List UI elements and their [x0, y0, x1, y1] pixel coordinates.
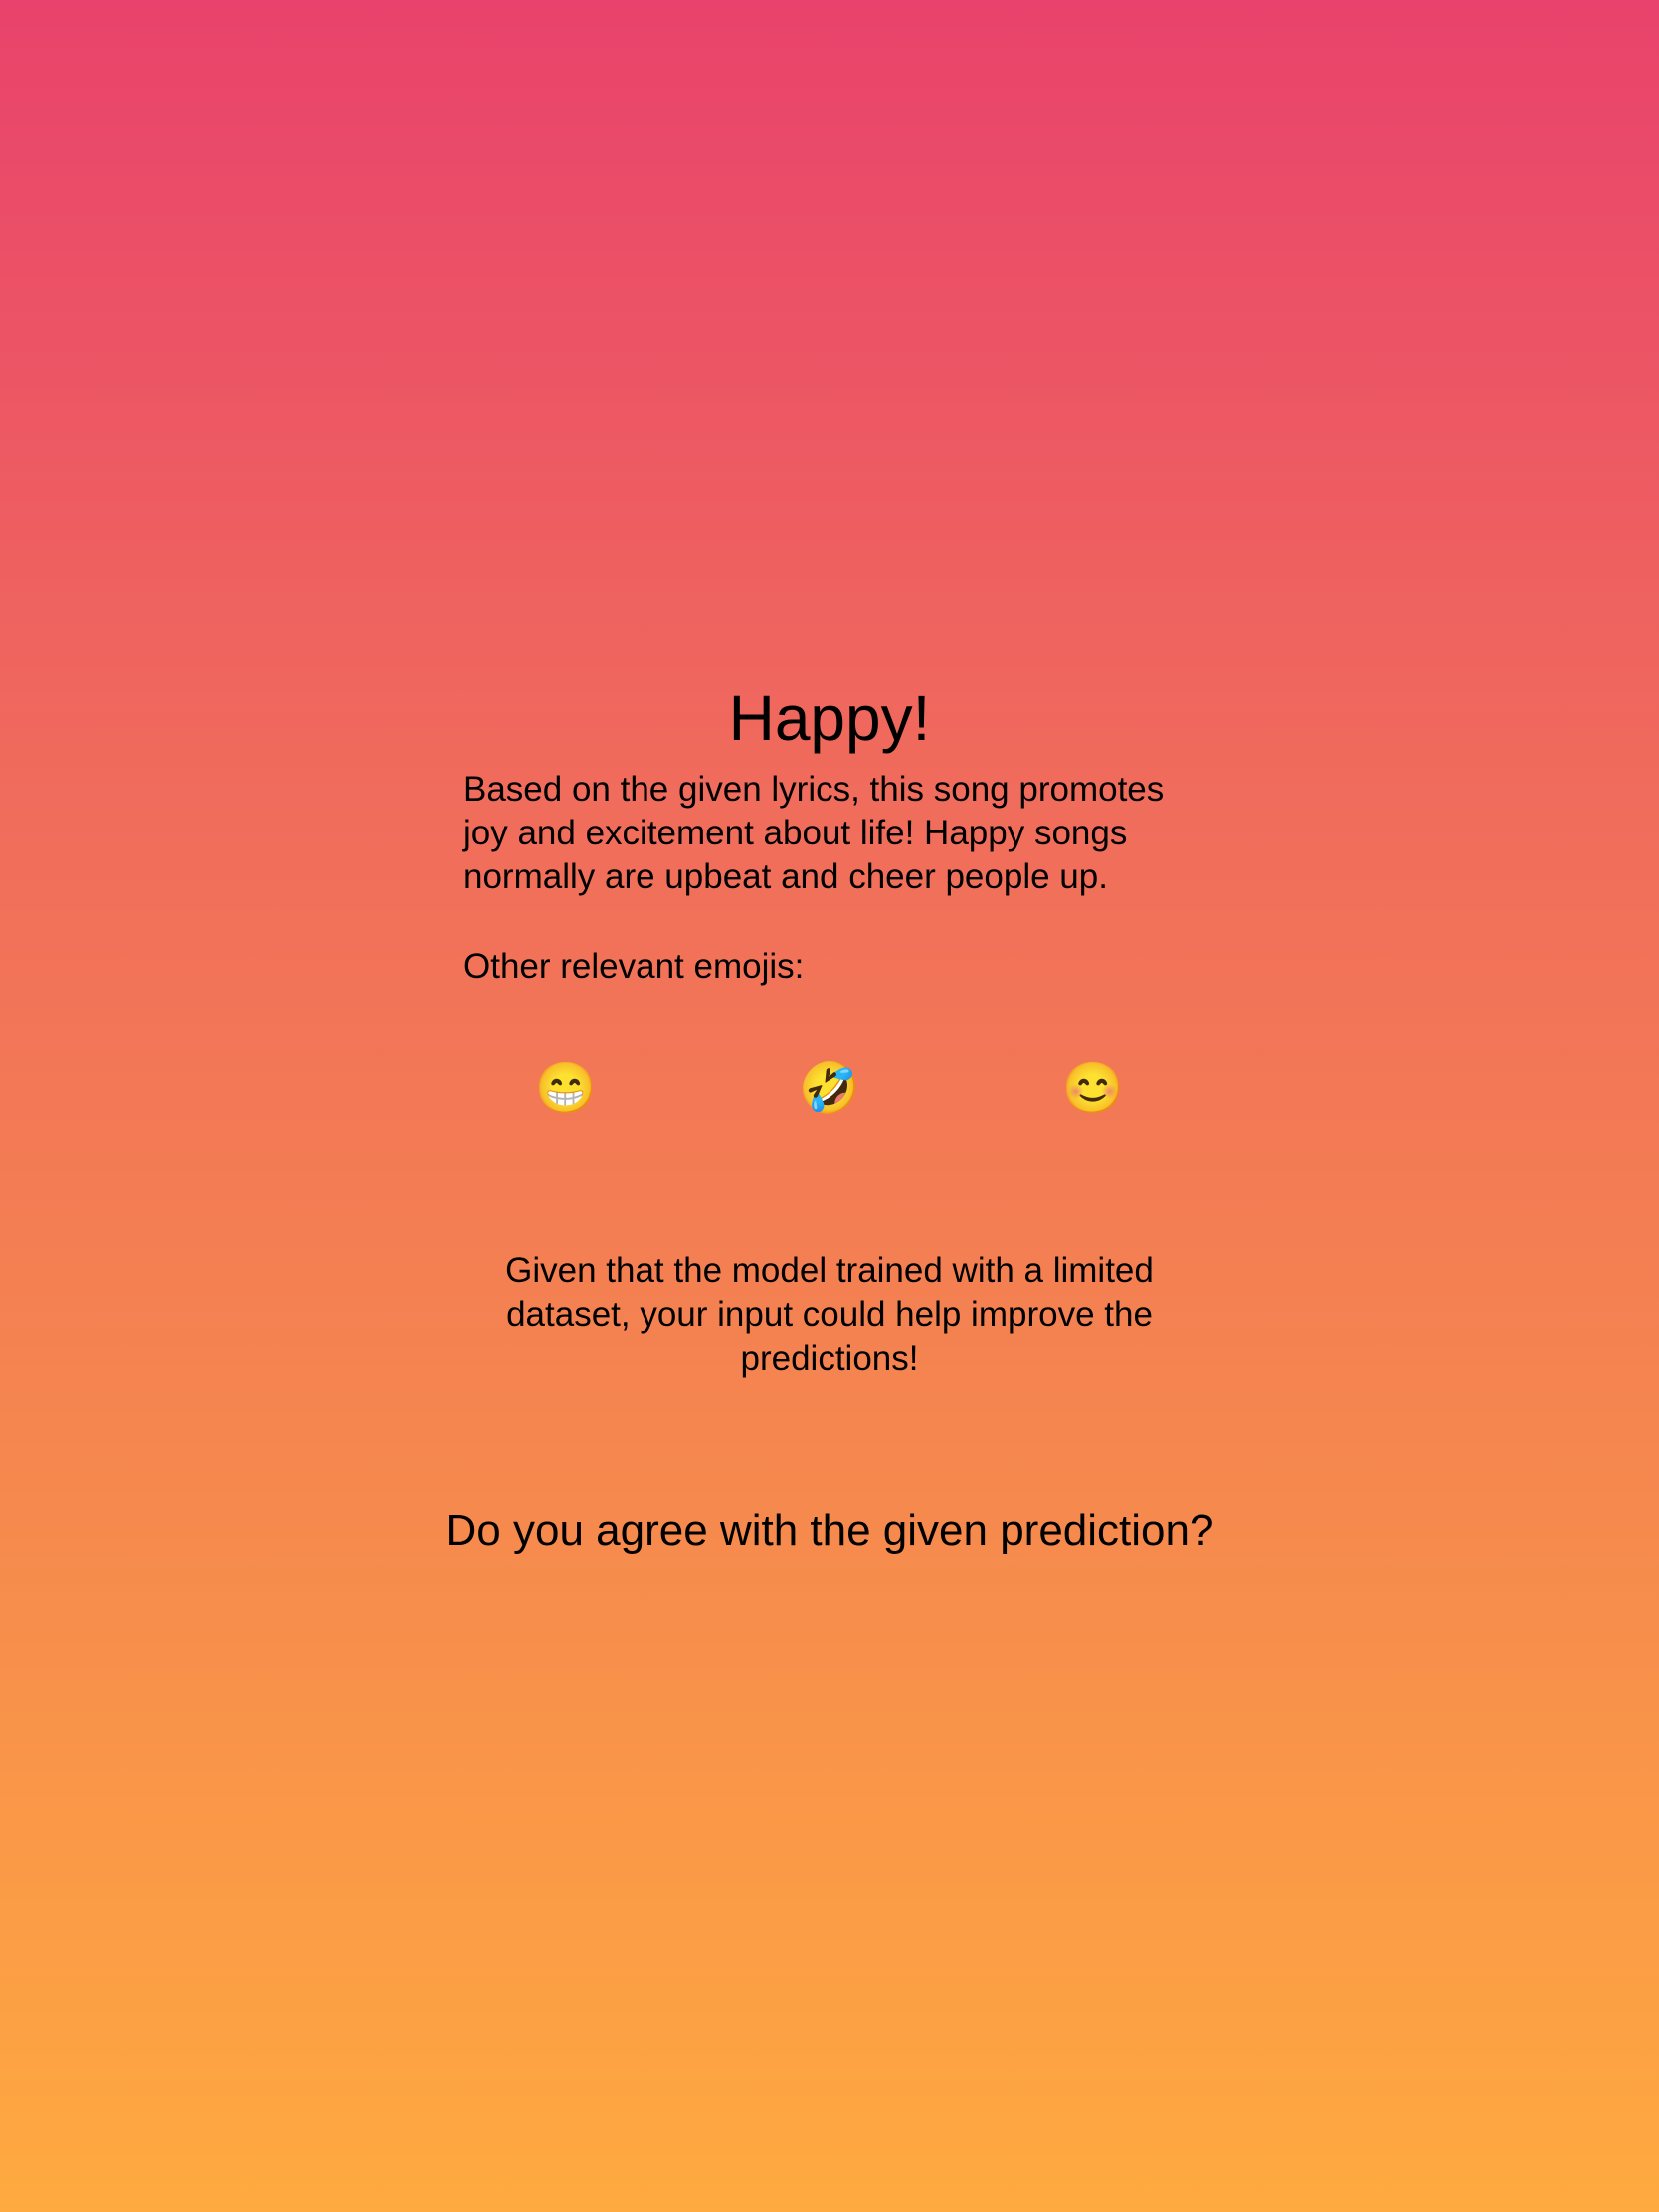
- emoji-heading: Other relevant emojis:: [463, 947, 805, 986]
- rolling-laughing-face-icon[interactable]: 🤣: [790, 1056, 869, 1120]
- grinning-face-icon[interactable]: 😁: [526, 1056, 606, 1120]
- feedback-info-text: Given that the model trained with a limi…: [505, 1251, 1154, 1378]
- smiling-face-icon[interactable]: 😊: [1053, 1056, 1133, 1120]
- prediction-screen: Happy! Based on the given lyrics, this s…: [0, 0, 1659, 2212]
- prediction-description: Based on the given lyrics, this song pro…: [463, 770, 1165, 896]
- feedback-question: Do you agree with the given prediction?: [445, 1506, 1214, 1555]
- prediction-title: Happy!: [728, 682, 931, 754]
